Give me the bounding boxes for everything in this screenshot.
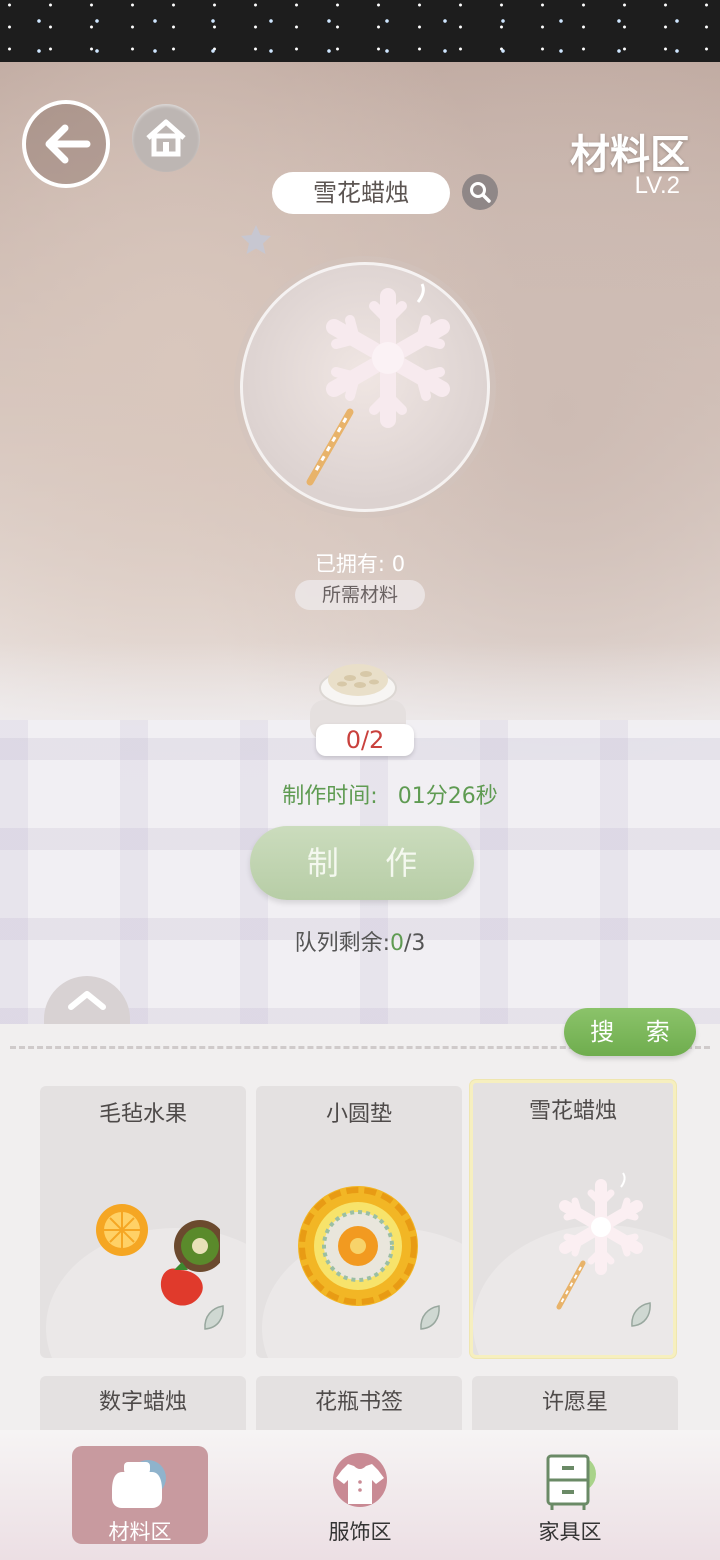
tab-label: 材料区 — [108, 1520, 172, 1544]
owned-count: 已拥有: 0 — [314, 552, 406, 576]
home-button[interactable] — [132, 104, 200, 172]
star-icon[interactable] — [238, 222, 274, 258]
item-card-label: 毛毡水果 — [98, 1102, 187, 1127]
status-bar — [0, 0, 720, 62]
crochet-doily-icon — [298, 1186, 418, 1306]
tab-clothing[interactable]: 服饰区 — [292, 1446, 428, 1544]
item-card-label: 小圆垫 — [325, 1102, 392, 1127]
back-button[interactable] — [22, 100, 110, 188]
queue-label: 队列剩余: — [294, 931, 390, 956]
item-card-label: 雪花蜡烛 — [528, 1099, 617, 1124]
craft-time-value: 01分26秒 — [397, 784, 498, 809]
leaf-icon — [204, 1305, 224, 1330]
item-card-label: 花瓶书签 — [314, 1390, 403, 1415]
queue-total: /3 — [404, 931, 426, 956]
item-card-label: 数字蜡烛 — [98, 1390, 187, 1415]
item-preview — [240, 262, 490, 512]
tab-label: 服饰区 — [328, 1520, 392, 1544]
zone-level: LV.2 — [634, 172, 680, 199]
material-count: 0/2 — [316, 724, 414, 756]
search-button[interactable]: 搜 索 — [564, 1008, 696, 1056]
search-icon — [470, 182, 491, 203]
item-card-snowflake-candle[interactable]: 雪花蜡烛 — [470, 1080, 676, 1358]
chevron-up-icon — [68, 991, 106, 1010]
queue-used: 0 — [390, 931, 404, 956]
item-search-button[interactable] — [462, 174, 498, 210]
item-name: 雪花蜡烛 — [272, 172, 450, 214]
felt-fruit-icon — [96, 1204, 220, 1306]
item-card-number-candle[interactable]: 数字蜡烛 — [40, 1376, 246, 1432]
leaf-icon — [631, 1302, 651, 1327]
materials-jar-icon — [112, 1460, 166, 1508]
home-icon — [146, 119, 186, 157]
leaf-icon — [420, 1305, 440, 1330]
shirt-icon — [333, 1453, 387, 1507]
craft-time: 制作时间: 01分26秒 — [0, 778, 720, 810]
snowflake-candle-icon — [556, 1172, 643, 1310]
craft-time-label: 制作时间: — [282, 784, 378, 809]
oat-bowl-icon — [319, 664, 397, 707]
make-button[interactable]: 制 作 — [250, 826, 474, 900]
item-card-felt-fruit[interactable]: 毛毡水果 — [40, 1086, 246, 1358]
tab-furniture[interactable]: 家具区 — [502, 1446, 638, 1544]
queue-remaining: 队列剩余:0/3 — [0, 925, 720, 957]
cabinet-icon — [546, 1454, 596, 1510]
tab-materials[interactable]: 材料区 — [72, 1446, 208, 1544]
arrow-left-icon — [45, 124, 91, 164]
item-card-wishing-star[interactable]: 许愿星 — [472, 1376, 678, 1432]
tab-label: 家具区 — [538, 1520, 602, 1544]
required-materials-label: 所需材料 — [295, 580, 425, 610]
item-card-doily[interactable]: 小圆垫 — [256, 1086, 462, 1358]
item-card-label: 许愿星 — [541, 1390, 608, 1415]
item-card-vase-bookmark[interactable]: 花瓶书签 — [256, 1376, 462, 1432]
snowflake-candle-icon — [306, 283, 450, 486]
